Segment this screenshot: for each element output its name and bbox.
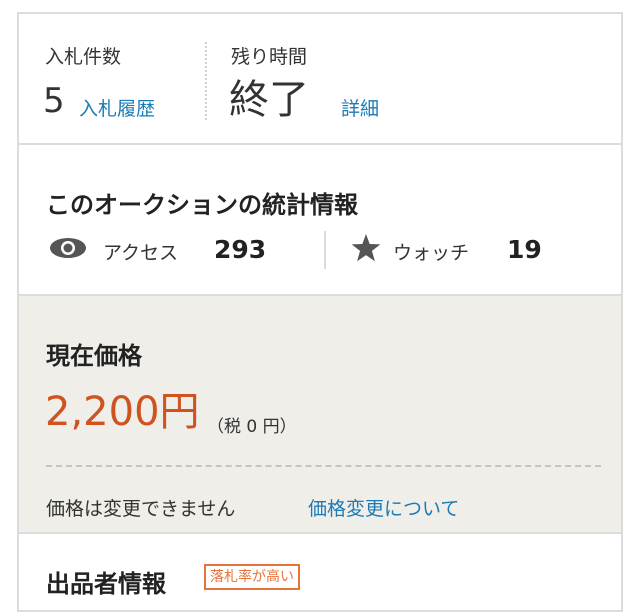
bid-count-label: 入札件数 (45, 46, 122, 68)
detail-link[interactable]: 詳細 (341, 94, 379, 121)
price-change-about-link[interactable]: 価格変更について (308, 494, 459, 521)
bid-history-link[interactable]: 入札履歴 (79, 94, 155, 121)
bid-summary-section: 入札件数 5 入札履歴 残り時間 終了 詳細 (19, 14, 621, 145)
current-price-value: 2,200円 (45, 389, 200, 435)
remaining-time-label: 残り時間 (231, 46, 308, 68)
star-icon (351, 234, 381, 262)
remaining-time-value: 終了 (229, 77, 309, 123)
auction-stats-section: このオークションの統計情報 アクセス 293 ウォッチ 19 (19, 145, 621, 296)
access-count: 293 (214, 235, 267, 264)
bid-divider (205, 42, 207, 120)
price-fixed-note: 価格は変更できません (46, 498, 236, 520)
current-price-section: 現在価格 2,200円 （税 0 円） 価格は変更できません 価格変更について (19, 296, 621, 534)
access-label: アクセス (103, 242, 179, 264)
watch-label: ウォッチ (393, 242, 470, 264)
watch-count: 19 (507, 235, 542, 264)
auction-info-panel: 入札件数 5 入札履歴 残り時間 終了 詳細 このオークションの統計情報 アクセ… (17, 12, 623, 612)
bid-count-value: 5 (43, 81, 65, 121)
current-price-title: 現在価格 (46, 342, 142, 370)
stats-divider (324, 231, 326, 269)
price-divider (46, 465, 601, 467)
eye-icon (49, 237, 87, 259)
high-win-rate-badge: 落札率が高い (204, 564, 300, 590)
seller-info-section: 出品者情報 落札率が高い (19, 534, 621, 614)
tax-amount: （税 0 円） (207, 417, 297, 437)
seller-info-title: 出品者情報 (46, 570, 166, 598)
stats-title: このオークションの統計情報 (46, 191, 358, 219)
